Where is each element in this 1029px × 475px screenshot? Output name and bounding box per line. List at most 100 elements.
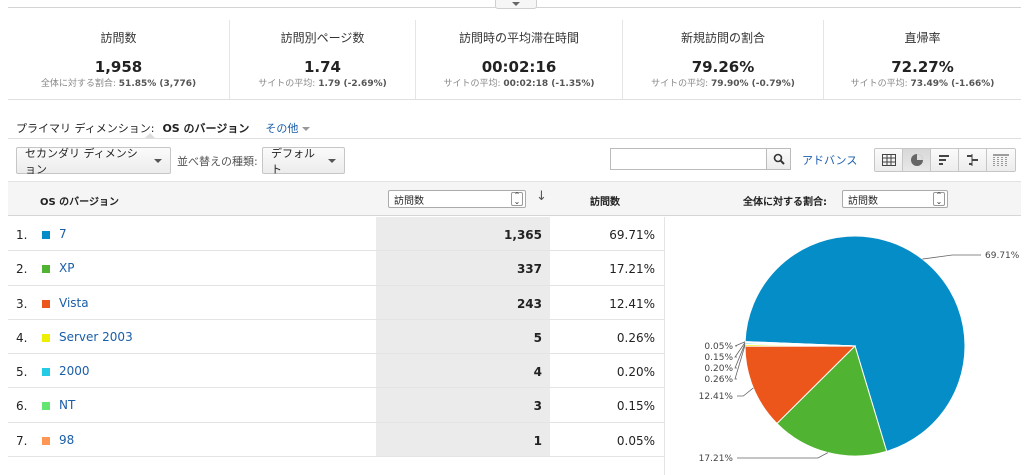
- pie-chart: 69.71% 17.21% 12.41% 0.26%0.20%0.15%0.05%: [699, 235, 1020, 464]
- dimension-os-version[interactable]: OS のバージョン: [162, 120, 249, 136]
- visits-cell: 1,365: [376, 217, 550, 251]
- chevron-down-icon: [154, 158, 162, 163]
- visits-cell: 1: [376, 422, 550, 457]
- pie-leader-line: [734, 343, 746, 369]
- table-body: 1. 7 1,365 69.71% 2. XP 337 17.21% 3. Vi…: [8, 217, 664, 458]
- metric-select[interactable]: 訪問数 ⌃ ⌄: [388, 190, 526, 208]
- dimension-other-link[interactable]: その他: [265, 120, 311, 136]
- series-color-swatch: [42, 265, 50, 274]
- performance-view-icon: [938, 155, 949, 165]
- metric-visits[interactable]: 訪問数 1,958 全体に対する割合: 51.85% (3,776): [8, 20, 230, 99]
- collapse-chart-toggle[interactable]: [495, 0, 537, 9]
- select-arrows-icon: ⌃ ⌄: [933, 192, 945, 206]
- metric-comparison: サイトの平均: 1.79 (-2.69%): [258, 79, 387, 89]
- column-header-os-version[interactable]: OS のバージョン: [40, 193, 119, 208]
- comparison-view-button[interactable]: [959, 149, 987, 171]
- series-color-swatch: [42, 368, 50, 377]
- table-row: 2. XP 337 17.21%: [8, 251, 664, 286]
- percent-value: 69.71%: [609, 228, 655, 242]
- visits-cell: 243: [376, 285, 550, 319]
- row-os-link[interactable]: Server 2003: [59, 330, 133, 344]
- metric-value: 79.26%: [691, 58, 755, 76]
- pivot-view-button[interactable]: [987, 149, 1015, 171]
- table-row: 3. Vista 243 12.41%: [8, 285, 664, 320]
- metric-pages-per-visit[interactable]: 訪問別ページ数 1.74 サイトの平均: 1.79 (-2.69%): [230, 20, 416, 99]
- pie-data-label: 0.20%: [704, 364, 733, 374]
- visits-value: 5: [533, 330, 542, 345]
- pivot-view-icon: [993, 154, 1009, 166]
- row-os-link[interactable]: 2000: [59, 364, 90, 378]
- row-index: 4.: [16, 330, 28, 345]
- row-os-link[interactable]: Vista: [59, 296, 89, 310]
- pie-leader-line: [734, 341, 746, 347]
- metric-bounce-rate[interactable]: 直帰率 72.27% サイトの平均: 73.49% (-1.66%): [824, 20, 1021, 99]
- divider: [8, 138, 1021, 139]
- metric-comparison: サイトの平均: 00:02:18 (-1.35%): [443, 79, 595, 89]
- metrics-summary: 訪問数 1,958 全体に対する割合: 51.85% (3,776) 訪問別ペー…: [8, 20, 1021, 100]
- table-row: 7. 98 1 0.05%: [8, 422, 664, 458]
- pie-data-label: 0.26%: [704, 375, 733, 385]
- metric-label: 直帰率: [904, 31, 941, 45]
- metric-value: 1,958: [94, 58, 143, 76]
- row-os-link[interactable]: XP: [59, 261, 74, 275]
- series-color-swatch: [42, 299, 50, 308]
- visits-value: 3: [533, 399, 542, 414]
- select-arrows-icon: ⌃ ⌄: [511, 192, 523, 206]
- pie-data-label: 17.21%: [699, 454, 734, 464]
- table-view-button[interactable]: [875, 149, 903, 171]
- pie-view-button[interactable]: [903, 149, 931, 171]
- metric-comparison: サイトの平均: 73.49% (-1.66%): [850, 79, 995, 89]
- pie-data-label: 0.05%: [704, 342, 733, 352]
- advanced-filter-link[interactable]: アドバンス: [802, 152, 857, 168]
- series-color-swatch: [42, 436, 50, 445]
- column-header-visits[interactable]: 訪問数: [590, 193, 620, 208]
- performance-view-button[interactable]: [931, 149, 959, 171]
- row-index: 1.: [16, 228, 28, 242]
- table-view-icon: [881, 154, 896, 166]
- row-index: 6.: [16, 399, 28, 414]
- sort-type-dropdown[interactable]: デフォルト: [262, 147, 345, 176]
- share-metric-select[interactable]: 訪問数 ⌃ ⌄: [842, 190, 948, 208]
- pie-chart-panel: 69.71% 17.21% 12.41% 0.26% 0.20% 0.15% 0.05%: [664, 217, 1021, 475]
- pie-leader-line: [737, 387, 754, 397]
- visits-value: 4: [533, 365, 542, 380]
- row-index: 5.: [16, 365, 28, 380]
- search-icon: [773, 153, 785, 165]
- visits-cell: 4: [376, 354, 550, 388]
- primary-dimension-bar: プライマリ ディメンション: OS のバージョン その他: [16, 120, 311, 136]
- visits-value: 1,365: [504, 228, 542, 242]
- row-os-link[interactable]: NT: [59, 398, 75, 412]
- metric-label: 訪問数: [100, 31, 137, 45]
- primary-dimension-label: プライマリ ディメンション:: [16, 122, 155, 135]
- table-row: 5. 2000 4 0.20%: [8, 354, 664, 389]
- secondary-dimension-button[interactable]: セカンダリ ディメンション: [16, 147, 171, 176]
- series-color-swatch: [42, 333, 50, 342]
- row-os-link[interactable]: 7: [59, 227, 67, 241]
- search-input[interactable]: [610, 148, 766, 170]
- pie-data-label: 69.71%: [985, 251, 1020, 261]
- chevron-down-icon: [328, 158, 336, 163]
- percent-value: 12.41%: [609, 296, 655, 311]
- search-button[interactable]: [766, 148, 791, 170]
- row-index: 3.: [16, 296, 28, 311]
- table-row: 6. NT 3 0.15%: [8, 388, 664, 423]
- metric-value: 72.27%: [891, 58, 954, 76]
- share-label: 全体に対する割合:: [743, 197, 827, 208]
- pie-leader-line: [922, 254, 981, 260]
- metric-value: 1.74: [303, 58, 341, 76]
- visits-cell: 3: [376, 388, 550, 422]
- visits-cell: 337: [376, 251, 550, 285]
- metric-new-visits[interactable]: 新規訪問の割合 79.26% サイトの平均: 79.90% (-0.79%): [623, 20, 824, 99]
- metric-label: 新規訪問の割合: [680, 31, 765, 45]
- percent-value: 0.15%: [616, 399, 655, 414]
- sort-descending-icon[interactable]: ↓: [536, 189, 547, 204]
- percent-value: 17.21%: [609, 262, 655, 277]
- metric-avg-duration[interactable]: 訪問時の平均滞在時間 00:02:16 サイトの平均: 00:02:18 (-1…: [416, 20, 623, 99]
- row-os-link[interactable]: 98: [59, 433, 74, 447]
- visits-value: 1: [533, 433, 542, 448]
- visits-cell: 5: [376, 319, 550, 354]
- chevron-down-icon: [302, 127, 311, 131]
- visits-value: 243: [516, 296, 542, 311]
- metric-comparison: 全体に対する割合: 51.85% (3,776): [40, 79, 197, 89]
- series-color-swatch: [42, 231, 50, 239]
